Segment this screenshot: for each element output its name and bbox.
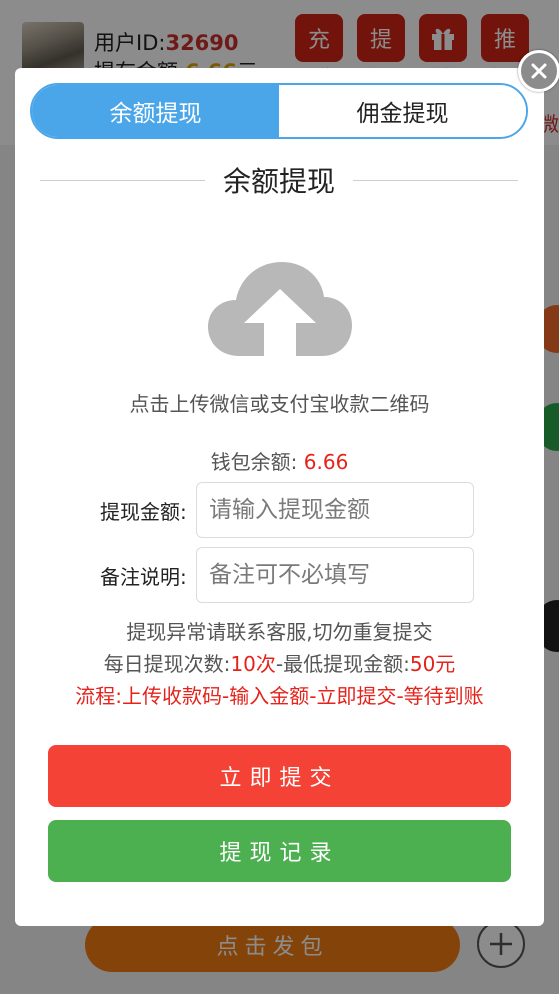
divider-left	[40, 179, 205, 181]
qr-upload-area[interactable]	[200, 253, 360, 368]
notice-process: 流程:上传收款码-输入金额-立即提交-等待到账	[75, 684, 484, 708]
amount-input[interactable]	[196, 482, 474, 538]
close-icon	[531, 63, 547, 79]
withdraw-tabs: 余额提现 佣金提现	[30, 83, 528, 139]
wallet-value: 6.66	[303, 450, 349, 474]
remark-row: 备注说明:	[100, 547, 500, 603]
cloud-upload-icon	[208, 262, 352, 356]
divider-right	[353, 179, 519, 181]
section-header: 余额提现	[40, 158, 519, 202]
section-title: 余额提现	[223, 165, 336, 198]
close-button[interactable]	[518, 50, 559, 92]
amount-label: 提现金额:	[100, 499, 187, 524]
tab-commission-withdraw[interactable]: 佣金提现	[279, 85, 526, 137]
remark-label: 备注说明:	[100, 564, 187, 589]
wallet-label: 钱包余额:	[210, 450, 298, 474]
notice-limits: 每日提现次数:10次-最低提现金额:50元	[103, 652, 456, 676]
notice-contact: 提现异常请联系客服,切勿重复提交	[126, 620, 433, 644]
wallet-balance: 钱包余额: 6.66	[15, 446, 544, 475]
submit-button[interactable]: 立即提交	[48, 745, 511, 807]
upload-hint: 点击上传微信或支付宝收款二维码	[129, 392, 430, 416]
withdraw-record-button[interactable]: 提现记录	[48, 820, 511, 882]
withdraw-modal: 余额提现 佣金提现 余额提现 点击上传微信或支付宝收款二维码 钱包余额: 6.6…	[15, 68, 544, 926]
tab-balance-withdraw[interactable]: 余额提现	[32, 85, 279, 137]
amount-row: 提现金额:	[100, 482, 500, 538]
remark-input[interactable]	[196, 547, 474, 603]
